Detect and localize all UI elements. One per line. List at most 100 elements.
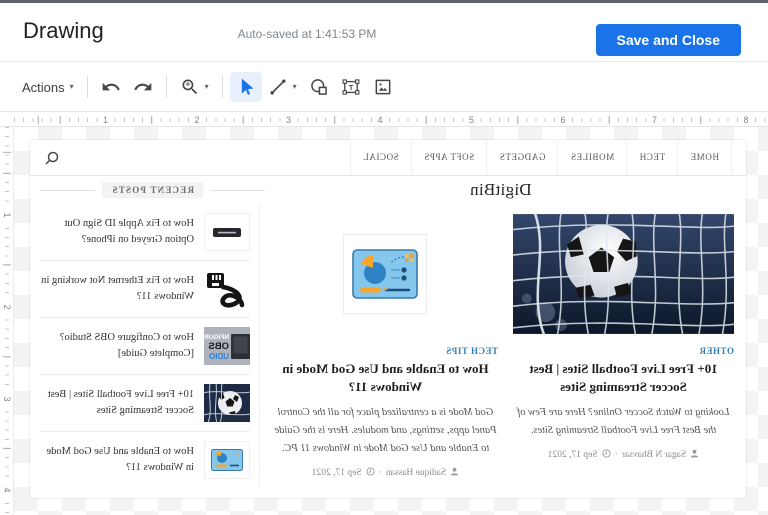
svg-text:OBS: OBS xyxy=(208,341,229,352)
toolbar-divider xyxy=(166,76,167,98)
article-category: TECH TIPS xyxy=(273,346,498,356)
zoom-button[interactable]: ▾ xyxy=(174,72,215,102)
ruler-corner xyxy=(0,113,14,127)
toolbar-divider xyxy=(87,76,88,98)
soccer-photo xyxy=(513,213,734,335)
clock-icon xyxy=(366,467,375,479)
site-nav-social: SOCIAL xyxy=(350,140,411,175)
vertical-ruler: 1 2 3 4 xyxy=(0,127,14,515)
post-thumb-apple-id xyxy=(204,213,250,251)
shape-icon xyxy=(309,77,329,97)
page-title: Drawing xyxy=(23,18,104,44)
post-thumb-obs-studio: NFIGUREOBSUDIO xyxy=(204,327,250,365)
line-tool-button[interactable]: ▾ xyxy=(262,72,303,102)
recent-posts-heading: RECENT POSTS xyxy=(40,182,265,198)
site-nav-home: HOME xyxy=(677,140,732,175)
article-excerpt: God Mode is a centralized place for all … xyxy=(273,404,498,458)
site-nav-tech: TECH xyxy=(626,140,677,175)
ruler-label: 2 xyxy=(191,114,202,126)
search-icon xyxy=(44,150,60,166)
recent-posts-title: RECENT POSTS xyxy=(102,182,203,198)
ruler-label: 5 xyxy=(466,114,477,126)
select-tool-button[interactable] xyxy=(230,72,262,102)
author-icon xyxy=(450,467,459,479)
site-nav-gadgets: GADGETS xyxy=(486,140,557,175)
select-cursor-icon xyxy=(236,77,256,97)
ruler-label: 4 xyxy=(1,483,13,497)
ruler-label: 4 xyxy=(374,114,385,126)
article-god-mode-image xyxy=(273,204,498,344)
chevron-down-icon: ▾ xyxy=(205,83,209,91)
svg-text:T: T xyxy=(348,83,353,92)
dialog-header: Drawing Auto-saved at 1:41:53 PM Save an… xyxy=(0,3,768,62)
recent-post-title: How to Configure OBS Studio? [Complete G… xyxy=(40,330,194,363)
text-box-icon: T xyxy=(341,77,361,97)
drawing-canvas[interactable]: HOME TECH MOBILES GADGETS SOFT APPS SOCI… xyxy=(14,127,768,515)
recent-post-item: 10+ Free Live Football Sites | Best Socc… xyxy=(40,375,250,432)
chevron-down-icon: ▾ xyxy=(70,83,74,91)
post-thumb-football xyxy=(204,384,250,422)
ruler-label: 2 xyxy=(1,300,13,314)
autosave-status: Auto-saved at 1:41:53 PM xyxy=(238,27,377,41)
ruler-label: 7 xyxy=(649,114,660,126)
recent-post-item: NFIGUREOBSUDIO How to Configure OBS Stud… xyxy=(40,318,250,375)
text-box-tool-button[interactable]: T xyxy=(335,72,367,102)
article-football: OTHER 10+ Free Live Football Sites | Bes… xyxy=(511,204,736,488)
ruler-half-ticks xyxy=(3,127,11,515)
ruler-label: 8 xyxy=(740,114,751,126)
actions-menu-button[interactable]: Actions ▾ xyxy=(16,75,80,100)
zoom-in-icon xyxy=(180,77,200,97)
actions-menu-label: Actions xyxy=(22,80,65,95)
control-panel-illustration xyxy=(353,249,419,299)
recent-post-item: How to Fix Apple ID Sign Out Option Grey… xyxy=(40,204,250,261)
ruler-label: 3 xyxy=(1,392,13,406)
toolbar-divider xyxy=(222,76,223,98)
article-god-mode: TECH TIPS How to Enable and Use God Mode… xyxy=(260,204,511,488)
redo-button[interactable] xyxy=(127,72,159,102)
site-logo: DigitBin xyxy=(470,180,532,199)
recent-post-item: How to Fix Ethernet Not working in Windo… xyxy=(40,261,250,318)
chevron-down-icon: ▾ xyxy=(293,83,297,91)
undo-button[interactable] xyxy=(95,72,127,102)
drawing-toolbar: Actions ▾ ▾ ▾ T xyxy=(0,63,768,112)
post-thumb-god-mode xyxy=(204,441,250,479)
article-excerpt: Looking to Watch Soccer Online? Here are… xyxy=(513,404,734,440)
horizontal-ruler: 1 2 3 4 5 6 7 8 xyxy=(14,113,768,127)
shape-tool-button[interactable] xyxy=(303,72,335,102)
site-body: OTHER 10+ Free Live Football Sites | Bes… xyxy=(30,204,746,488)
article-category: OTHER xyxy=(513,346,734,356)
author-icon xyxy=(690,449,699,461)
article-author: Sagar N Bhavsar xyxy=(622,450,686,460)
line-icon xyxy=(268,77,288,97)
site-nav-mobiles: MOBILES xyxy=(557,140,626,175)
recent-post-title: How to Fix Apple ID Sign Out Option Grey… xyxy=(40,216,194,249)
article-title: 10+ Free Live Football Sites | Best Socc… xyxy=(513,360,734,396)
inserted-image-digitbin-screenshot-mirrored[interactable]: HOME TECH MOBILES GADGETS SOFT APPS SOCI… xyxy=(30,140,746,498)
article-author: Sadique Hassan xyxy=(386,468,446,478)
insert-image-button[interactable] xyxy=(367,72,399,102)
site-nav-soft-apps: SOFT APPS xyxy=(411,140,487,175)
site-nav-bar: HOME TECH MOBILES GADGETS SOFT APPS SOCI… xyxy=(30,140,746,176)
article-title: How to Enable and Use God Mode in Window… xyxy=(273,360,498,396)
redo-icon xyxy=(133,77,153,97)
undo-icon xyxy=(101,77,121,97)
article-meta: Sadique Hassan · Sep 17, 2021 xyxy=(273,467,498,479)
meta-separator: · xyxy=(379,468,382,478)
recent-post-title: How to Enable and Use God Mode in Window… xyxy=(40,444,194,477)
site-logo-wrap: DigitBin xyxy=(265,180,736,200)
clock-icon xyxy=(602,449,611,461)
image-icon xyxy=(373,77,393,97)
article-date: Sep 17, 2021 xyxy=(312,468,362,478)
ruler-label: 3 xyxy=(283,114,294,126)
recent-post-title: 10+ Free Live Football Sites | Best Socc… xyxy=(40,387,194,420)
ruler-label: 6 xyxy=(557,114,568,126)
recent-post-title: How to Fix Ethernet Not working in Windo… xyxy=(40,273,194,306)
svg-text:NFIGURE: NFIGURE xyxy=(204,334,229,341)
recent-posts-sidebar: How to Fix Apple ID Sign Out Option Grey… xyxy=(40,204,260,488)
ruler-label: 1 xyxy=(1,208,13,222)
save-and-close-button[interactable]: Save and Close xyxy=(596,24,742,56)
article-football-image xyxy=(513,204,734,344)
drawing-dialog: Drawing Auto-saved at 1:41:53 PM Save an… xyxy=(0,0,768,515)
meta-separator: · xyxy=(615,450,618,460)
ruler-label: 1 xyxy=(100,114,111,126)
